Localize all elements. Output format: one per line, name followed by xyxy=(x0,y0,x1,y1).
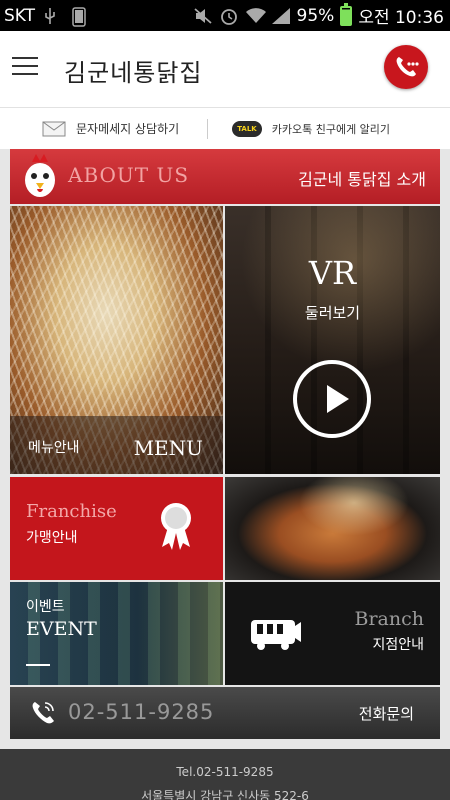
kakao-share-label: 카카오톡 친구에게 알리기 xyxy=(271,122,391,136)
hamburger-icon[interactable] xyxy=(12,57,38,79)
contact-subbar: 문자메세지 상담하기 TALK 카카오톡 친구에게 알리기 xyxy=(0,107,450,149)
status-bar: SKT 95% 오전 10:36 xyxy=(0,0,450,31)
menu-tile[interactable]: 메뉴안내 MENU xyxy=(10,206,223,474)
vr-subtitle: 둘러보기 xyxy=(304,304,361,322)
phone-icon xyxy=(32,702,54,724)
footer-address: 서울특별시 강남구 신사동 522-6 xyxy=(141,789,309,800)
spicy-chicken-photo xyxy=(225,477,440,580)
branch-tile[interactable]: Branch 지점안내 xyxy=(225,582,440,685)
call-button[interactable] xyxy=(384,45,428,89)
branch-label-en: Branch xyxy=(354,608,425,630)
footer: Tel.02-511-9285 서울특별시 강남구 신사동 522-6 xyxy=(0,749,450,800)
chicken-mascot-icon xyxy=(25,154,55,197)
phone-inquiry-label: 전화문의 xyxy=(358,705,414,723)
signal-icon xyxy=(271,7,291,25)
battery-icon xyxy=(340,2,353,26)
footer-tel: Tel.02-511-9285 xyxy=(176,765,274,779)
phone-number: 02-511-9285 xyxy=(68,700,215,724)
subbar-divider xyxy=(207,118,209,139)
vr-title: VR xyxy=(308,254,357,292)
event-label-ko: 이벤트 xyxy=(26,599,65,615)
kakao-talk-icon: TALK xyxy=(232,120,262,137)
app-header: 김군네통닭집 xyxy=(0,31,450,107)
sms-consult-label: 문자메세지 상담하기 xyxy=(76,122,180,136)
sms-consult-link[interactable]: 문자메세지 상담하기 xyxy=(42,120,179,137)
branch-label-ko: 지점안내 xyxy=(372,637,424,653)
franchise-tile[interactable]: Franchise 가맹안내 xyxy=(10,477,223,580)
phone-inquiry-bar[interactable]: 02-511-9285 전화문의 xyxy=(10,687,440,739)
event-tile[interactable]: 이벤트 EVENT xyxy=(10,582,223,685)
event-underline xyxy=(26,664,50,666)
food-photo-tile[interactable] xyxy=(225,477,440,580)
kakao-share-link[interactable]: TALK 카카오톡 친구에게 알리기 xyxy=(232,120,391,137)
about-us-subtitle: 김군네 통닭집 소개 xyxy=(298,170,426,189)
wifi-icon xyxy=(245,7,266,25)
about-us-banner[interactable]: ABOUT US 김군네 통닭집 소개 xyxy=(10,149,440,204)
brand-title: 김군네통닭집 xyxy=(64,59,203,87)
clock: 오전 10:36 xyxy=(358,8,444,28)
franchise-label-en: Franchise xyxy=(26,501,117,522)
mute-icon xyxy=(193,7,213,25)
about-us-title: ABOUT US xyxy=(68,163,190,187)
screenshot-icon xyxy=(71,6,91,27)
food-truck-icon xyxy=(251,620,301,650)
medal-icon xyxy=(161,503,191,550)
menu-label-en: MENU xyxy=(133,436,203,460)
menu-label-ko: 메뉴안내 xyxy=(28,440,80,456)
battery-percent: 95% xyxy=(296,5,335,26)
vr-tour-tile[interactable]: VR 둘러보기 xyxy=(225,206,440,474)
envelope-icon xyxy=(42,121,66,136)
phone-icon xyxy=(396,57,419,77)
carrier-label: SKT xyxy=(4,5,36,26)
usb-icon xyxy=(43,7,63,25)
franchise-label-ko: 가맹안내 xyxy=(26,530,78,546)
alarm-icon xyxy=(219,7,239,25)
event-label-en: EVENT xyxy=(26,618,97,640)
play-icon[interactable] xyxy=(293,360,371,438)
